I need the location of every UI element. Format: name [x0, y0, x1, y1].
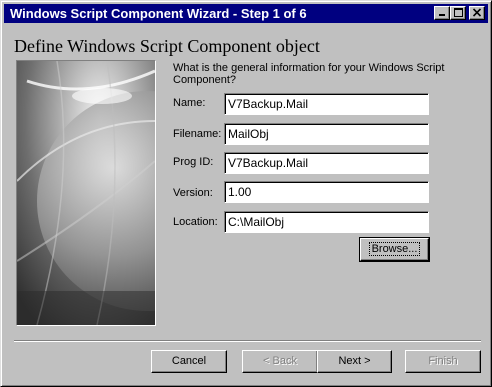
form-description: What is the general information for your…	[173, 62, 445, 86]
filename-input[interactable]: MailObj	[224, 123, 429, 145]
back-button[interactable]: < Back	[242, 350, 318, 373]
cancel-button[interactable]: Cancel	[151, 350, 227, 373]
prog-id-label: Prog ID:	[173, 156, 214, 168]
prog-id-input[interactable]: V7Backup.Mail	[224, 152, 429, 174]
wizard-window: Windows Script Component Wizard - Step 1…	[0, 0, 492, 387]
version-label: Version:	[173, 187, 213, 199]
minimize-icon	[439, 14, 445, 16]
title-bar[interactable]: Windows Script Component Wizard - Step 1…	[4, 4, 488, 23]
browse-button-label: Browse...	[368, 242, 421, 256]
window-title: Windows Script Component Wizard - Step 1…	[10, 6, 307, 21]
browse-button[interactable]: Browse...	[359, 237, 430, 262]
wizard-artwork	[16, 60, 156, 326]
next-button[interactable]: Next >	[317, 350, 392, 373]
maximize-button[interactable]	[450, 6, 466, 20]
location-input[interactable]: C:\MailObj	[224, 211, 429, 233]
close-icon	[473, 8, 481, 17]
name-input[interactable]: V7Backup.Mail	[224, 93, 429, 115]
maximize-icon	[453, 8, 463, 17]
location-label: Location:	[173, 216, 218, 228]
version-input[interactable]: 1.00	[224, 181, 429, 203]
minimize-button[interactable]	[434, 6, 450, 20]
page-title: Define Windows Script Component object	[14, 36, 320, 56]
finish-button[interactable]: Finish	[405, 350, 481, 373]
close-button[interactable]	[469, 6, 485, 20]
button-separator	[14, 340, 481, 342]
filename-label: Filename:	[173, 128, 222, 140]
name-label: Name:	[173, 97, 206, 109]
